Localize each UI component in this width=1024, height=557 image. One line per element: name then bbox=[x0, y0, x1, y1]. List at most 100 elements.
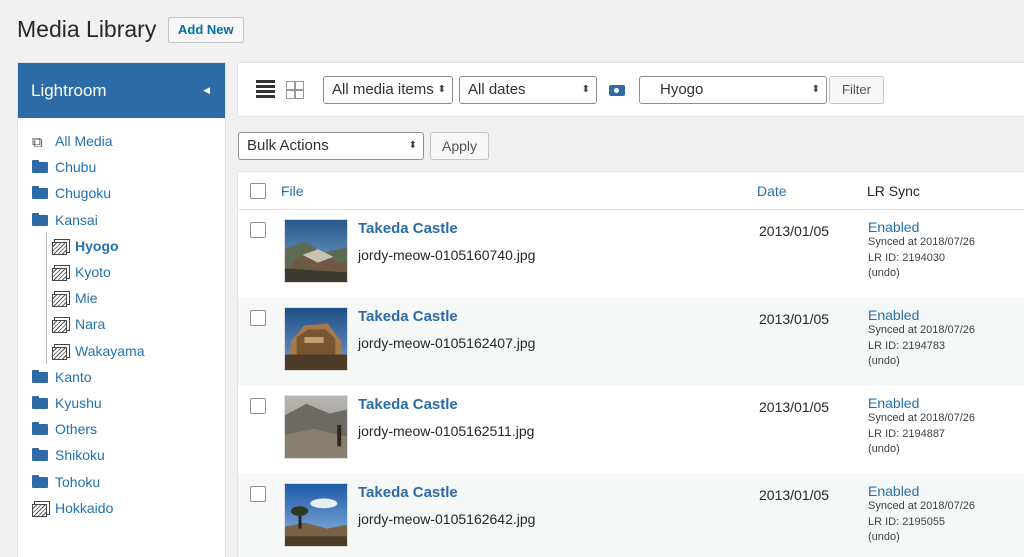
list-view-icon[interactable] bbox=[256, 80, 275, 99]
column-date[interactable]: Date bbox=[757, 183, 787, 199]
folder-tree: ⧉ All Media Chubu Chugoku Kansai Hyogo K… bbox=[18, 118, 225, 521]
sidebar-header: Lightroom ◀ bbox=[18, 63, 225, 118]
sidebar-item-tohoku[interactable]: Tohoku bbox=[18, 468, 225, 494]
media-date: 2013/01/05 bbox=[759, 311, 830, 327]
select-all-checkbox[interactable] bbox=[250, 183, 266, 199]
collection-icon bbox=[52, 291, 70, 308]
folder-icon bbox=[32, 369, 49, 384]
filter-button[interactable]: Filter bbox=[829, 76, 884, 104]
column-file[interactable]: File bbox=[281, 183, 304, 199]
sync-status-link[interactable]: Enabled bbox=[868, 395, 975, 411]
date-select[interactable]: All dates ⬍ bbox=[459, 76, 597, 104]
select-arrows-icon: ⬍ bbox=[437, 84, 446, 95]
row-checkbox[interactable] bbox=[250, 310, 266, 326]
sidebar-item-kanto[interactable]: Kanto bbox=[18, 364, 225, 390]
undo-link[interactable]: (undo) bbox=[868, 442, 975, 458]
date-filter-value: All dates bbox=[468, 81, 526, 98]
select-arrows-icon: ⬍ bbox=[581, 84, 590, 95]
media-title-link[interactable]: Takeda Castle bbox=[358, 308, 458, 325]
sidebar-item-chubu[interactable]: Chubu bbox=[18, 154, 225, 180]
column-lr-sync: LR Sync bbox=[867, 183, 920, 199]
sidebar-item-others[interactable]: Others bbox=[18, 416, 225, 442]
table-header: File Date LR Sync bbox=[238, 172, 1024, 210]
folder-icon bbox=[32, 212, 49, 227]
sidebar-item-wakayama[interactable]: Wakayama bbox=[18, 337, 225, 364]
add-new-button[interactable]: Add New bbox=[168, 17, 244, 43]
collapse-arrow-icon[interactable]: ◀ bbox=[203, 63, 210, 118]
undo-link[interactable]: (undo) bbox=[868, 266, 975, 282]
sidebar-item-label: Chugoku bbox=[55, 185, 112, 202]
media-date: 2013/01/05 bbox=[759, 399, 830, 415]
sidebar-item-kyushu[interactable]: Kyushu bbox=[18, 390, 225, 416]
bulk-actions-value: Bulk Actions bbox=[247, 137, 329, 154]
lr-sync-cell: Enabled Synced at 2018/07/26 LR ID: 2194… bbox=[868, 307, 975, 370]
sidebar-item-label: Kansai bbox=[55, 211, 98, 228]
media-title-link[interactable]: Takeda Castle bbox=[358, 396, 458, 413]
sidebar-item-kansai[interactable]: Kansai bbox=[18, 207, 225, 233]
sync-status-link[interactable]: Enabled bbox=[868, 483, 975, 499]
folder-icon bbox=[32, 422, 49, 436]
sidebar-item-label: Shikoku bbox=[55, 447, 105, 464]
sidebar-item-label: Kyushu bbox=[55, 394, 102, 411]
media-filename: jordy-meow-0105162407.jpg bbox=[358, 335, 536, 351]
page-title: Media Library bbox=[17, 16, 157, 42]
select-arrows-icon: ⬍ bbox=[811, 84, 820, 95]
folder-icon bbox=[32, 448, 49, 462]
media-thumbnail[interactable] bbox=[284, 395, 348, 459]
media-thumbnail[interactable] bbox=[284, 483, 348, 547]
lr-id: LR ID: 2194783 bbox=[868, 339, 946, 352]
sidebar-item-hokkaido[interactable]: Hokkaido bbox=[18, 495, 225, 521]
table-row: Takeda Castle jordy-meow-0105162642.jpg … bbox=[238, 474, 1024, 557]
sidebar-item-label: Tohoku bbox=[55, 473, 101, 490]
sidebar-item-label: Nara bbox=[75, 316, 106, 333]
row-checkbox[interactable] bbox=[250, 222, 266, 238]
row-checkbox[interactable] bbox=[250, 398, 266, 414]
sidebar-item-hyogo[interactable]: Hyogo bbox=[18, 232, 225, 259]
select-arrows-icon: ⬍ bbox=[408, 140, 417, 151]
lightroom-sidebar: Lightroom ◀ ⧉ All Media Chubu Chugoku Ka… bbox=[17, 62, 226, 557]
sidebar-item-label: All Media bbox=[55, 133, 113, 150]
sidebar-item-mie[interactable]: Mie bbox=[18, 285, 225, 312]
sidebar-item-label: Wakayama bbox=[75, 342, 145, 359]
folder-icon bbox=[32, 474, 49, 489]
collection-icon bbox=[52, 317, 70, 334]
folder-select[interactable]: Hyogo ⬍ bbox=[639, 76, 827, 104]
synced-at: Synced at 2018/07/26 bbox=[868, 412, 976, 424]
sidebar-item-shikoku[interactable]: Shikoku bbox=[18, 442, 225, 468]
camera-icon bbox=[609, 83, 625, 96]
row-checkbox[interactable] bbox=[250, 486, 266, 502]
undo-link[interactable]: (undo) bbox=[868, 354, 975, 370]
sidebar-item-chugoku[interactable]: Chugoku bbox=[18, 180, 225, 206]
sidebar-item-kyoto[interactable]: Kyoto bbox=[18, 259, 225, 286]
synced-at: Synced at 2018/07/26 bbox=[868, 324, 976, 336]
grid-view-icon[interactable] bbox=[286, 81, 304, 99]
sidebar-item-nara[interactable]: Nara bbox=[18, 311, 225, 338]
media-type-select[interactable]: All media items ⬍ bbox=[323, 76, 453, 104]
media-thumbnail[interactable] bbox=[284, 307, 348, 371]
apply-button[interactable]: Apply bbox=[430, 132, 489, 160]
lr-sync-cell: Enabled Synced at 2018/07/26 LR ID: 2194… bbox=[868, 395, 975, 458]
lr-sync-cell: Enabled Synced at 2018/07/26 LR ID: 2194… bbox=[868, 219, 975, 282]
collection-icon bbox=[52, 265, 70, 282]
table-row: Takeda Castle jordy-meow-0105162407.jpg … bbox=[238, 298, 1024, 386]
sidebar-item-label: Kyoto bbox=[75, 264, 111, 281]
folder-filter-value: Hyogo bbox=[660, 81, 704, 98]
folder-icon bbox=[32, 395, 49, 410]
synced-at: Synced at 2018/07/26 bbox=[868, 236, 976, 248]
media-thumbnail[interactable] bbox=[284, 219, 348, 283]
media-title-link[interactable]: Takeda Castle bbox=[358, 484, 458, 501]
media-title-link[interactable]: Takeda Castle bbox=[358, 220, 458, 237]
media-date: 2013/01/05 bbox=[759, 223, 830, 239]
folder-icon bbox=[32, 160, 49, 174]
collection-icon bbox=[32, 500, 50, 517]
sidebar-title: Lightroom bbox=[31, 81, 107, 100]
collection-icon bbox=[52, 238, 70, 255]
lr-id: LR ID: 2194030 bbox=[868, 251, 946, 264]
media-filename: jordy-meow-0105162511.jpg bbox=[358, 423, 535, 439]
media-filename: jordy-meow-0105160740.jpg bbox=[358, 247, 536, 263]
bulk-actions-select[interactable]: Bulk Actions ⬍ bbox=[238, 132, 424, 160]
sync-status-link[interactable]: Enabled bbox=[868, 307, 975, 323]
undo-link[interactable]: (undo) bbox=[868, 530, 975, 546]
sidebar-item-all-media[interactable]: ⧉ All Media bbox=[18, 128, 225, 154]
sync-status-link[interactable]: Enabled bbox=[868, 219, 975, 235]
